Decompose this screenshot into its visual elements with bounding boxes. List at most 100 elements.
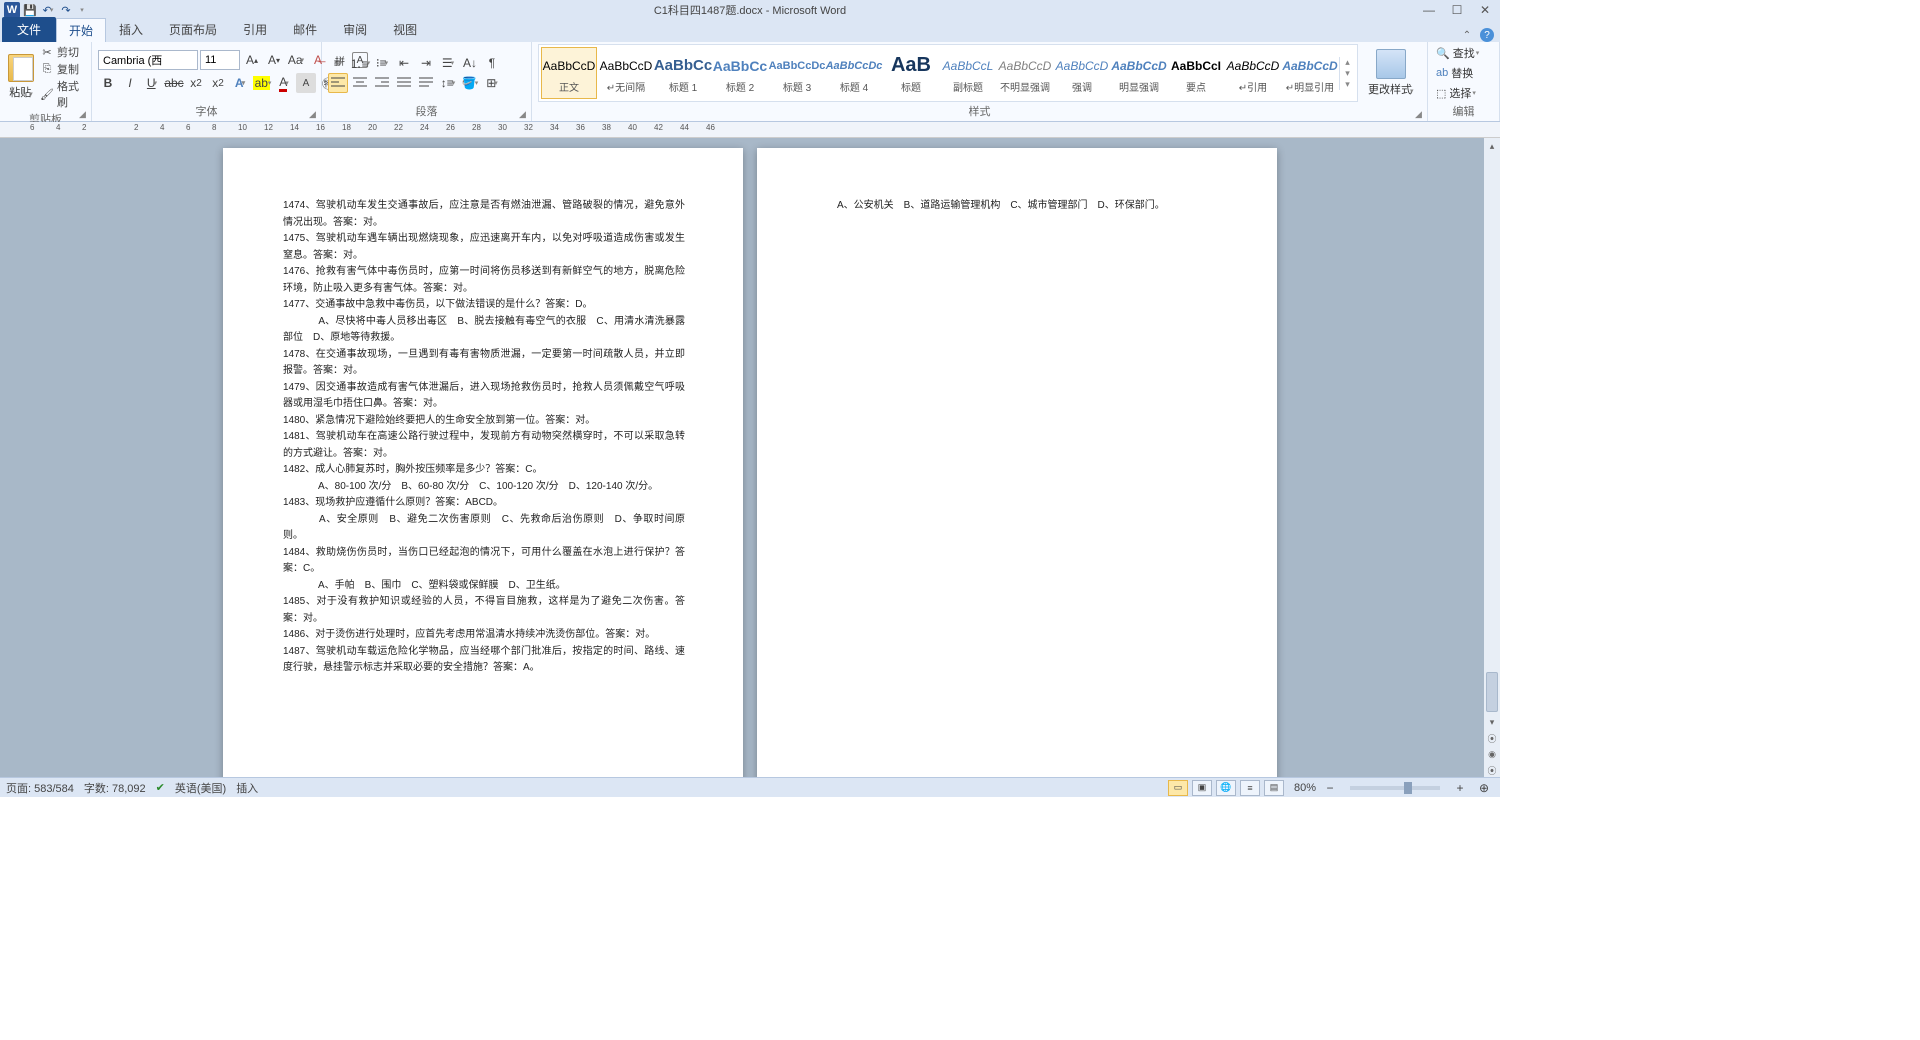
borders-icon[interactable]: ⊞▾	[482, 73, 502, 93]
style-不明显强调[interactable]: AaBbCcD不明显强调	[997, 47, 1053, 99]
styles-down[interactable]: ▾	[1339, 68, 1355, 79]
tab-insert[interactable]: 插入	[106, 17, 156, 42]
clipboard-launcher[interactable]: ◢	[79, 109, 89, 119]
doc-line[interactable]: 1486、对于烫伤进行处理时，应首先考虑用常温清水持续冲洗烫伤部位。答案：对。	[283, 627, 685, 644]
doc-line[interactable]: 1479、因交通事故造成有害气体泄漏后，进入现场抢救伤员时，抢救人员须佩戴空气呼…	[283, 380, 685, 413]
show-marks-icon[interactable]: ¶	[482, 53, 502, 73]
spell-check-icon[interactable]: ✔	[156, 781, 165, 794]
print-layout-view-icon[interactable]: ▭	[1168, 780, 1188, 796]
asian-layout-icon[interactable]: ☰▾	[438, 53, 458, 73]
tab-page-layout[interactable]: 页面布局	[156, 17, 230, 42]
strike-button[interactable]: abc	[164, 73, 184, 93]
style-↵引用[interactable]: AaBbCcD↵引用	[1225, 47, 1281, 99]
minimize-button[interactable]: —	[1418, 2, 1440, 18]
word-count[interactable]: 字数: 78,092	[84, 780, 146, 796]
vertical-scrollbar[interactable]: ▴ ▾ ⦿ ◉ ⦿	[1484, 138, 1500, 777]
tab-mailings[interactable]: 邮件	[280, 17, 330, 42]
style-↵明显引用[interactable]: AaBbCcD↵明显引用	[1282, 47, 1338, 99]
scroll-thumb[interactable]	[1486, 672, 1498, 712]
grow-font-icon[interactable]: A▴	[242, 50, 262, 70]
insert-mode[interactable]: 插入	[236, 780, 258, 796]
align-center-icon[interactable]	[350, 73, 370, 93]
paste-button[interactable]: 粘贴▾	[6, 52, 36, 102]
multilevel-icon[interactable]: ⁝≡▾	[372, 53, 392, 73]
zoom-slider[interactable]	[1350, 786, 1440, 790]
doc-line[interactable]: 1481、驾驶机动车在高速公路行驶过程中，发现前方有动物突然横穿时，不可以采取急…	[283, 429, 685, 462]
zoom-in-icon[interactable]: +	[1450, 778, 1470, 798]
sort-icon[interactable]: A↓	[460, 53, 480, 73]
tab-file[interactable]: 文件	[2, 17, 56, 42]
zoom-thumb[interactable]	[1404, 782, 1412, 794]
font-color-icon[interactable]: A▾	[274, 73, 294, 93]
redo-icon[interactable]: ↷	[58, 2, 74, 18]
maximize-button[interactable]: ☐	[1446, 2, 1468, 18]
doc-line[interactable]: A、公安机关 B、道路运输管理机构 C、城市管理部门 D、环保部门。	[817, 198, 1219, 215]
find-button[interactable]: 🔍查找▾	[1434, 44, 1481, 62]
doc-line[interactable]: 1485、对于没有救护知识或经验的人员，不得盲目施救，这样是为了避免二次伤害。答…	[283, 594, 685, 627]
shrink-font-icon[interactable]: A▾	[264, 50, 284, 70]
font-name-select[interactable]	[98, 50, 198, 70]
doc-line[interactable]: 1480、紧急情况下避险始终要把人的生命安全放到第一位。答案：对。	[283, 413, 685, 430]
doc-line[interactable]: 1487、驾驶机动车载运危险化学物品，应当经哪个部门批准后，按指定的时间、路线、…	[283, 644, 685, 677]
scroll-down-icon[interactable]: ▾	[1484, 714, 1500, 730]
tab-review[interactable]: 审阅	[330, 17, 380, 42]
close-button[interactable]: ✕	[1474, 2, 1496, 18]
align-left-icon[interactable]	[328, 73, 348, 93]
char-shading-icon[interactable]: A	[296, 73, 316, 93]
doc-line[interactable]: 1478、在交通事故现场，一旦遇到有毒有害物质泄漏，一定要第一时间疏散人员，并立…	[283, 347, 685, 380]
select-button[interactable]: ⬚选择▾	[1434, 84, 1478, 102]
draft-view-icon[interactable]: ▤	[1264, 780, 1284, 796]
distributed-icon[interactable]	[416, 73, 436, 93]
scroll-up-icon[interactable]: ▴	[1484, 138, 1500, 154]
styles-gallery[interactable]: AaBbCcD正文AaBbCcD↵无间隔AaBbCc标题 1AaBbCc标题 2…	[538, 44, 1358, 102]
decrease-indent-icon[interactable]: ⇤	[394, 53, 414, 73]
document-area[interactable]: 1474、驾驶机动车发生交通事故后，应注意是否有燃油泄漏、管路破裂的情况，避免意…	[0, 138, 1500, 777]
subscript-button[interactable]: x2	[186, 73, 206, 93]
increase-indent-icon[interactable]: ⇥	[416, 53, 436, 73]
paragraph-launcher[interactable]: ◢	[519, 109, 529, 119]
doc-line[interactable]: 1475、驾驶机动车遇车辆出现燃烧现象，应迅速离开车内，以免对呼吸道造成伤害或发…	[283, 231, 685, 264]
style-标题[interactable]: AaB标题	[883, 47, 939, 99]
style-要点[interactable]: AaBbCcI要点	[1168, 47, 1224, 99]
doc-line[interactable]: 1474、驾驶机动车发生交通事故后，应注意是否有燃油泄漏、管路破裂的情况，避免意…	[283, 198, 685, 231]
style-强调[interactable]: AaBbCcD强调	[1054, 47, 1110, 99]
zoom-fit-icon[interactable]: ⊕	[1474, 778, 1494, 798]
undo-icon[interactable]: ↶▾	[40, 2, 56, 18]
style-标题 3[interactable]: AaBbCcDc标题 3	[769, 47, 825, 99]
style-正文[interactable]: AaBbCcD正文	[541, 47, 597, 99]
styles-more[interactable]: ▾	[1339, 79, 1355, 90]
zoom-level[interactable]: 80%	[1294, 782, 1316, 794]
replace-button[interactable]: ab替换	[1434, 64, 1475, 82]
style-明显强调[interactable]: AaBbCcD明显强调	[1111, 47, 1167, 99]
prev-page-icon[interactable]: ⦿	[1484, 730, 1500, 746]
doc-line[interactable]: A、安全原则 B、避免二次伤害原则 C、先救命后治伤原则 D、争取时间原则。	[283, 512, 685, 545]
style-标题 2[interactable]: AaBbCc标题 2	[712, 47, 768, 99]
save-icon[interactable]: 💾	[22, 2, 38, 18]
style-↵无间隔[interactable]: AaBbCcD↵无间隔	[598, 47, 654, 99]
style-标题 1[interactable]: AaBbCc标题 1	[655, 47, 711, 99]
tab-references[interactable]: 引用	[230, 17, 280, 42]
styles-launcher[interactable]: ◢	[1415, 109, 1425, 119]
next-page-icon[interactable]: ⦿	[1484, 762, 1500, 777]
line-spacing-icon[interactable]: ↕≡▾	[438, 73, 458, 93]
text-effects-icon[interactable]: A▾	[230, 73, 250, 93]
doc-line[interactable]: 1482、成人心肺复苏时，胸外按压频率是多少？答案：C。	[283, 462, 685, 479]
doc-line[interactable]: 1484、救助烧伤伤员时，当伤口已经起泡的情况下，可用什么覆盖在水泡上进行保护？…	[283, 545, 685, 578]
align-right-icon[interactable]	[372, 73, 392, 93]
outline-view-icon[interactable]: ≡	[1240, 780, 1260, 796]
doc-line[interactable]: 1477、交通事故中急救中毒伤员，以下做法错误的是什么？答案：D。	[283, 297, 685, 314]
change-case-icon[interactable]: Aa▾	[286, 50, 306, 70]
horizontal-ruler[interactable]: 6422468101214161820222426283032343638404…	[0, 122, 1500, 138]
tab-home[interactable]: 开始	[56, 18, 106, 42]
help-icon[interactable]: ?	[1480, 28, 1494, 42]
superscript-button[interactable]: x2	[208, 73, 228, 93]
bullets-icon[interactable]: ≡▾	[328, 53, 348, 73]
tab-view[interactable]: 视图	[380, 17, 430, 42]
underline-button[interactable]: U▾	[142, 73, 162, 93]
page-right[interactable]: A、公安机关 B、道路运输管理机构 C、城市管理部门 D、环保部门。	[757, 148, 1277, 777]
language-indicator[interactable]: 英语(美国)	[175, 780, 226, 796]
page-left[interactable]: 1474、驾驶机动车发生交通事故后，应注意是否有燃油泄漏、管路破裂的情况，避免意…	[223, 148, 743, 777]
styles-up[interactable]: ▴	[1339, 57, 1355, 68]
web-layout-view-icon[interactable]: 🌐	[1216, 780, 1236, 796]
page-indicator[interactable]: 页面: 583/584	[6, 780, 74, 796]
